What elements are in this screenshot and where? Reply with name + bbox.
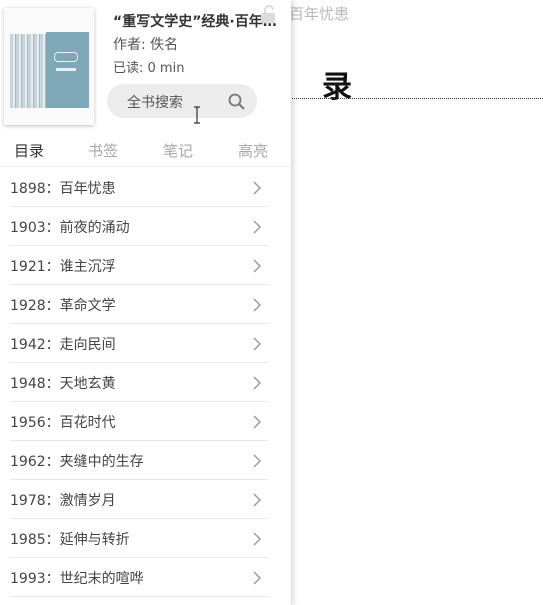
toc-item[interactable]: 1903：前夜的涌动 bbox=[10, 207, 268, 246]
chapter-heading: 录 bbox=[322, 70, 352, 105]
toc-item[interactable]: 1956：百花时代 bbox=[10, 402, 268, 441]
toc-sidebar: “重写文学史”经典·百年中国文学总系 作者: 佚名 已读: 0 min 全书搜索… bbox=[0, 0, 291, 605]
toc-item-label: 1928：革命文学 bbox=[10, 298, 116, 314]
toc-item[interactable]: 1921：谁主沉浮 bbox=[10, 246, 268, 285]
toc-item[interactable]: 1962：夹缝中的生存 bbox=[10, 441, 268, 480]
chevron-right-icon bbox=[253, 415, 261, 429]
toc-item[interactable]: 1942：走向民间 bbox=[10, 324, 268, 363]
toc-item-label: 1985：延伸与转折 bbox=[10, 532, 130, 548]
tabs-divider bbox=[0, 166, 291, 167]
chevron-right-icon bbox=[253, 571, 261, 585]
text-cursor-icon bbox=[194, 106, 200, 124]
chevron-right-icon bbox=[253, 532, 261, 546]
chevron-right-icon bbox=[253, 220, 261, 234]
toc-item-label: 1978：激情岁月 bbox=[10, 493, 116, 509]
book-author: 作者: 佚名 bbox=[113, 37, 179, 53]
toc-item[interactable]: 1985：延伸与转折 bbox=[10, 519, 268, 558]
toc-item-label: 1993：世纪末的喧哗 bbox=[10, 571, 144, 587]
toc-item-label: 1898：百年忧患 bbox=[10, 181, 116, 197]
chevron-right-icon bbox=[253, 337, 261, 351]
unlock-icon[interactable] bbox=[260, 4, 276, 24]
running-title: 百年忧患 bbox=[289, 5, 350, 23]
cover-spines bbox=[10, 34, 48, 108]
chevron-right-icon bbox=[253, 298, 261, 312]
toc-item-label: 1903：前夜的涌动 bbox=[10, 220, 130, 236]
toc-item[interactable]: 1928：革命文学 bbox=[10, 285, 268, 324]
reading-time: 已读: 0 min bbox=[113, 61, 185, 76]
cover-emblem bbox=[54, 52, 78, 62]
chevron-right-icon bbox=[253, 454, 261, 468]
search-button[interactable]: 全书搜索 bbox=[107, 84, 257, 118]
toc-item[interactable]: 1898：百年忧患 bbox=[10, 168, 268, 207]
chevron-right-icon bbox=[253, 376, 261, 390]
tab-notes[interactable]: 笔记 bbox=[163, 140, 193, 161]
cover-caption-line bbox=[56, 68, 76, 71]
chevron-right-icon bbox=[253, 181, 261, 195]
cover-front bbox=[46, 32, 89, 108]
toc-list: 1898：百年忧患 1903：前夜的涌动 1921：谁主沉浮 1928：革命文学… bbox=[10, 168, 268, 597]
heading-rule bbox=[292, 98, 543, 99]
tab-highlights[interactable]: 高亮 bbox=[238, 140, 268, 161]
toc-item-label: 1942：走向民间 bbox=[10, 337, 116, 353]
book-cover[interactable] bbox=[4, 8, 94, 125]
toc-item-label: 1962：夹缝中的生存 bbox=[10, 454, 144, 470]
toc-item[interactable]: 1948：天地玄黄 bbox=[10, 363, 268, 402]
chevron-right-icon bbox=[253, 493, 261, 507]
toc-item-label: 1956：百花时代 bbox=[10, 415, 116, 431]
toc-item[interactable]: 1978：激情岁月 bbox=[10, 480, 268, 519]
search-icon bbox=[228, 93, 245, 110]
toc-item[interactable]: 1993：世纪末的喧哗 bbox=[10, 558, 268, 597]
sidebar-tabs: 目录 书签 笔记 高亮 bbox=[0, 140, 291, 166]
tab-contents[interactable]: 目录 bbox=[14, 140, 44, 161]
toc-item-label: 1921：谁主沉浮 bbox=[10, 259, 116, 275]
tab-bookmarks[interactable]: 书签 bbox=[88, 140, 118, 161]
chevron-right-icon bbox=[253, 259, 261, 273]
toc-item-label: 1948：天地玄黄 bbox=[10, 376, 116, 392]
search-label: 全书搜索 bbox=[127, 95, 183, 111]
